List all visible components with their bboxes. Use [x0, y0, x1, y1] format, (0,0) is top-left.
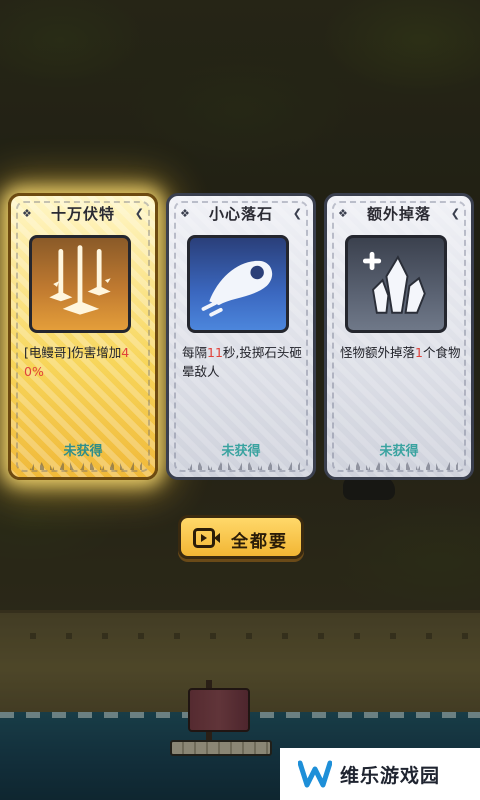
card-description: 怪物额外掉落1个食物	[340, 345, 461, 360]
watermark-text: 维乐游戏园	[340, 765, 441, 787]
card-description: [电鳗哥]伤害增加40%	[24, 345, 130, 379]
card-title: 额外掉落	[366, 205, 431, 223]
card-status: 未获得	[379, 444, 419, 459]
card-status: 未获得	[63, 444, 103, 459]
lightning-strike-icon	[29, 235, 131, 333]
skill-card-extra-drop[interactable]: ❖ ❮ 额外掉落 怪物额外掉落1个食物 未获得	[324, 193, 474, 480]
crystal-plus-icon	[345, 235, 447, 333]
falling-rock-icon	[187, 235, 289, 333]
skill-card-lightning[interactable]: ❖ ❮ 十万伏特 [电鳗哥]伤害增加40% 未获得	[8, 193, 158, 480]
card-description: 每隔11秒,投掷石头砸晕敌人	[182, 345, 302, 379]
card-title: 小心落石	[208, 205, 273, 223]
watermark-banner: 维乐游戏园	[280, 748, 480, 800]
card-status: 未获得	[221, 444, 261, 459]
take-all-label: 全都要	[231, 532, 288, 552]
video-ad-icon	[193, 528, 220, 548]
take-all-button[interactable]: 全都要	[178, 515, 304, 559]
card-title: 十万伏特	[50, 205, 115, 223]
w-logo-icon	[298, 760, 332, 788]
skill-card-falling-rock[interactable]: ❖ ❮ 小心落石 每隔11秒,投掷石头砸晕敌人 未获得	[166, 193, 316, 480]
